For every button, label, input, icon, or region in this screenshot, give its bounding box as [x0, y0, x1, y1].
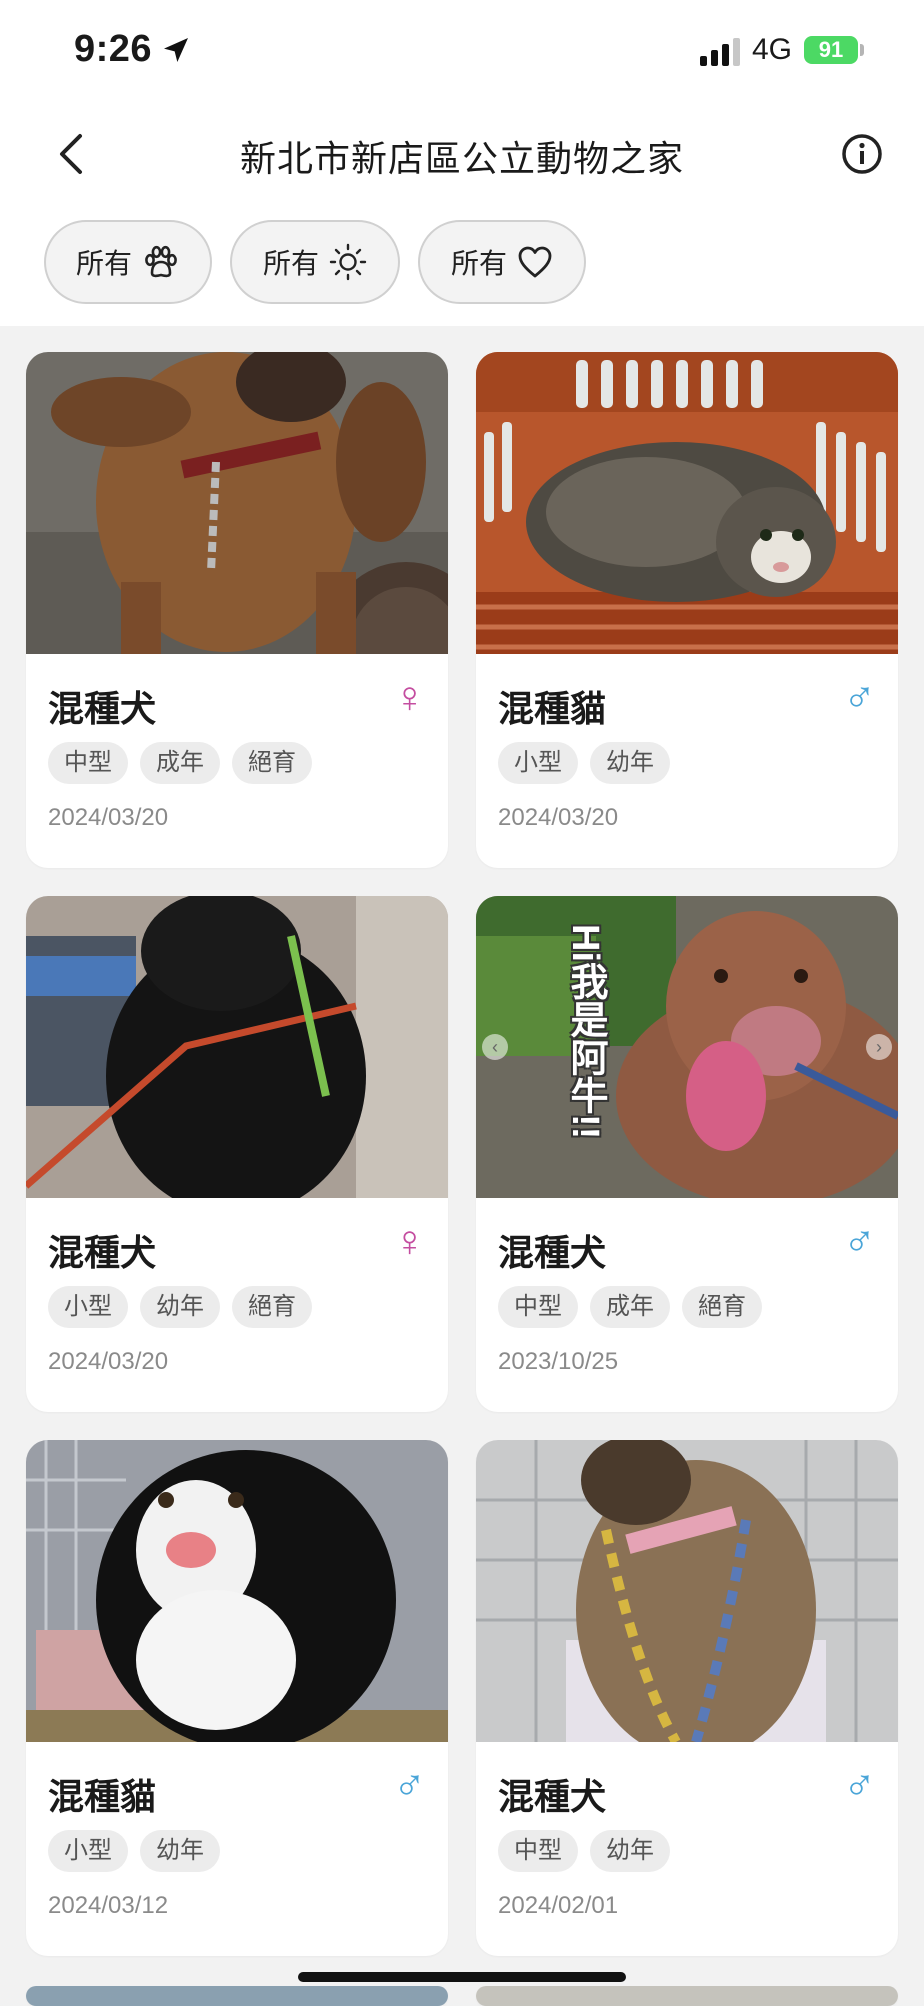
pet-date: 2023/10/25 — [498, 1348, 619, 1375]
paw-icon — [145, 245, 177, 278]
battery-cap — [860, 44, 864, 56]
tag-size: 中型 — [498, 1286, 578, 1328]
pet-date: 2024/03/20 — [498, 804, 619, 831]
pet-photo — [476, 1986, 898, 2006]
tag-age: 成年 — [140, 742, 220, 784]
photo-overlay-text: Hi我是阿牛!! — [564, 924, 606, 1140]
info-icon — [842, 134, 882, 174]
pet-photo-carousel[interactable]: Hi我是阿牛!! ‹ › — [476, 896, 898, 1198]
tag-age: 幼年 — [140, 1830, 220, 1872]
pet-card-partial[interactable] — [26, 1986, 448, 2006]
pet-breed: 混種犬 — [498, 1232, 607, 1273]
back-button[interactable] — [46, 124, 96, 184]
pet-date: 2024/03/20 — [48, 1348, 169, 1375]
carousel-next-icon[interactable]: › — [866, 1034, 892, 1060]
female-icon: ♀ — [393, 673, 426, 722]
pet-photo — [476, 1440, 898, 1742]
pet-breed: 混種貓 — [498, 688, 607, 729]
pet-tags: 中型 成年 絕育 — [498, 1286, 762, 1328]
network-type: 4G — [752, 33, 793, 66]
female-icon: ♀ — [393, 1217, 426, 1266]
battery-indicator: 91 — [804, 36, 858, 64]
male-icon: ♂ — [843, 673, 876, 722]
pet-breed: 混種犬 — [48, 1232, 157, 1273]
info-button[interactable] — [834, 126, 890, 182]
male-icon: ♂ — [843, 1761, 876, 1810]
pet-card[interactable]: 混種貓 ♂ 小型 幼年 2024/03/20 — [476, 352, 898, 868]
pet-tags: 小型 幼年 絕育 — [48, 1286, 312, 1328]
pet-breed: 混種犬 — [48, 688, 157, 729]
filter-chip-label: 所有 — [262, 248, 319, 279]
carousel-prev-icon[interactable]: ‹ — [482, 1034, 508, 1060]
tag-age: 幼年 — [590, 1830, 670, 1872]
pet-tags: 小型 幼年 — [48, 1830, 220, 1872]
pet-tags: 小型 幼年 — [498, 742, 670, 784]
pet-breed: 混種貓 — [48, 1776, 157, 1817]
filter-age-chip[interactable]: 所有 — [230, 220, 400, 304]
pet-tags: 中型 幼年 — [498, 1830, 670, 1872]
tag-age: 幼年 — [590, 742, 670, 784]
pet-card[interactable]: 混種犬 ♂ 中型 幼年 2024/02/01 — [476, 1440, 898, 1956]
pet-breed: 混種犬 — [498, 1776, 607, 1817]
tag-size: 小型 — [48, 1830, 128, 1872]
male-icon: ♂ — [843, 1217, 876, 1266]
pet-tags: 中型 成年 絕育 — [48, 742, 312, 784]
pet-date: 2024/03/12 — [48, 1892, 169, 1919]
pet-photo — [26, 352, 448, 654]
tag-size: 中型 — [48, 742, 128, 784]
sun-icon — [329, 243, 367, 281]
status-time: 9:26 — [74, 28, 153, 70]
top-navigation-bar: 新北市新店區公立動物之家 — [0, 104, 924, 214]
pet-photo — [26, 1986, 448, 2006]
filter-chip-label: 所有 — [75, 248, 132, 279]
home-indicator[interactable] — [298, 1972, 626, 1982]
filter-animal-type-chip[interactable]: 所有 — [44, 220, 212, 304]
pet-photo — [26, 896, 448, 1198]
page-title: 新北市新店區公立動物之家 — [239, 138, 684, 179]
male-icon: ♂ — [393, 1761, 426, 1810]
tag-age: 幼年 — [140, 1286, 220, 1328]
filter-bar: 所有 所有 所有 — [0, 214, 924, 326]
tag-neutered: 絕育 — [682, 1286, 762, 1328]
pet-card[interactable]: 混種犬 ♀ 小型 幼年 絕育 2024/03/20 — [26, 896, 448, 1412]
signal-icon — [700, 38, 740, 66]
pet-photo — [476, 352, 898, 654]
chevron-left-icon — [60, 134, 82, 174]
status-bar: 9:26 4G 91 — [0, 0, 924, 104]
tag-age: 成年 — [590, 1286, 670, 1328]
pet-card[interactable]: 混種犬 ♀ 中型 成年 絕育 2024/03/20 — [26, 352, 448, 868]
pet-photo — [26, 1440, 448, 1742]
location-arrow-icon — [164, 38, 188, 62]
filter-favorite-chip[interactable]: 所有 — [418, 220, 586, 304]
pet-date: 2024/03/20 — [48, 804, 169, 831]
heart-icon — [518, 246, 552, 278]
pet-card[interactable]: 混種貓 ♂ 小型 幼年 2024/03/12 — [26, 1440, 448, 1956]
tag-size: 小型 — [498, 742, 578, 784]
pet-photo — [476, 896, 898, 1198]
tag-size: 小型 — [48, 1286, 128, 1328]
pet-card-partial[interactable] — [476, 1986, 898, 2006]
pet-date: 2024/02/01 — [498, 1892, 619, 1919]
tag-size: 中型 — [498, 1830, 578, 1872]
tag-neutered: 絕育 — [232, 1286, 312, 1328]
pet-card[interactable]: Hi我是阿牛!! ‹ › 混種犬 ♂ 中型 成年 絕育 2023/10/25 — [476, 896, 898, 1412]
tag-neutered: 絕育 — [232, 742, 312, 784]
filter-chip-label: 所有 — [450, 248, 507, 279]
